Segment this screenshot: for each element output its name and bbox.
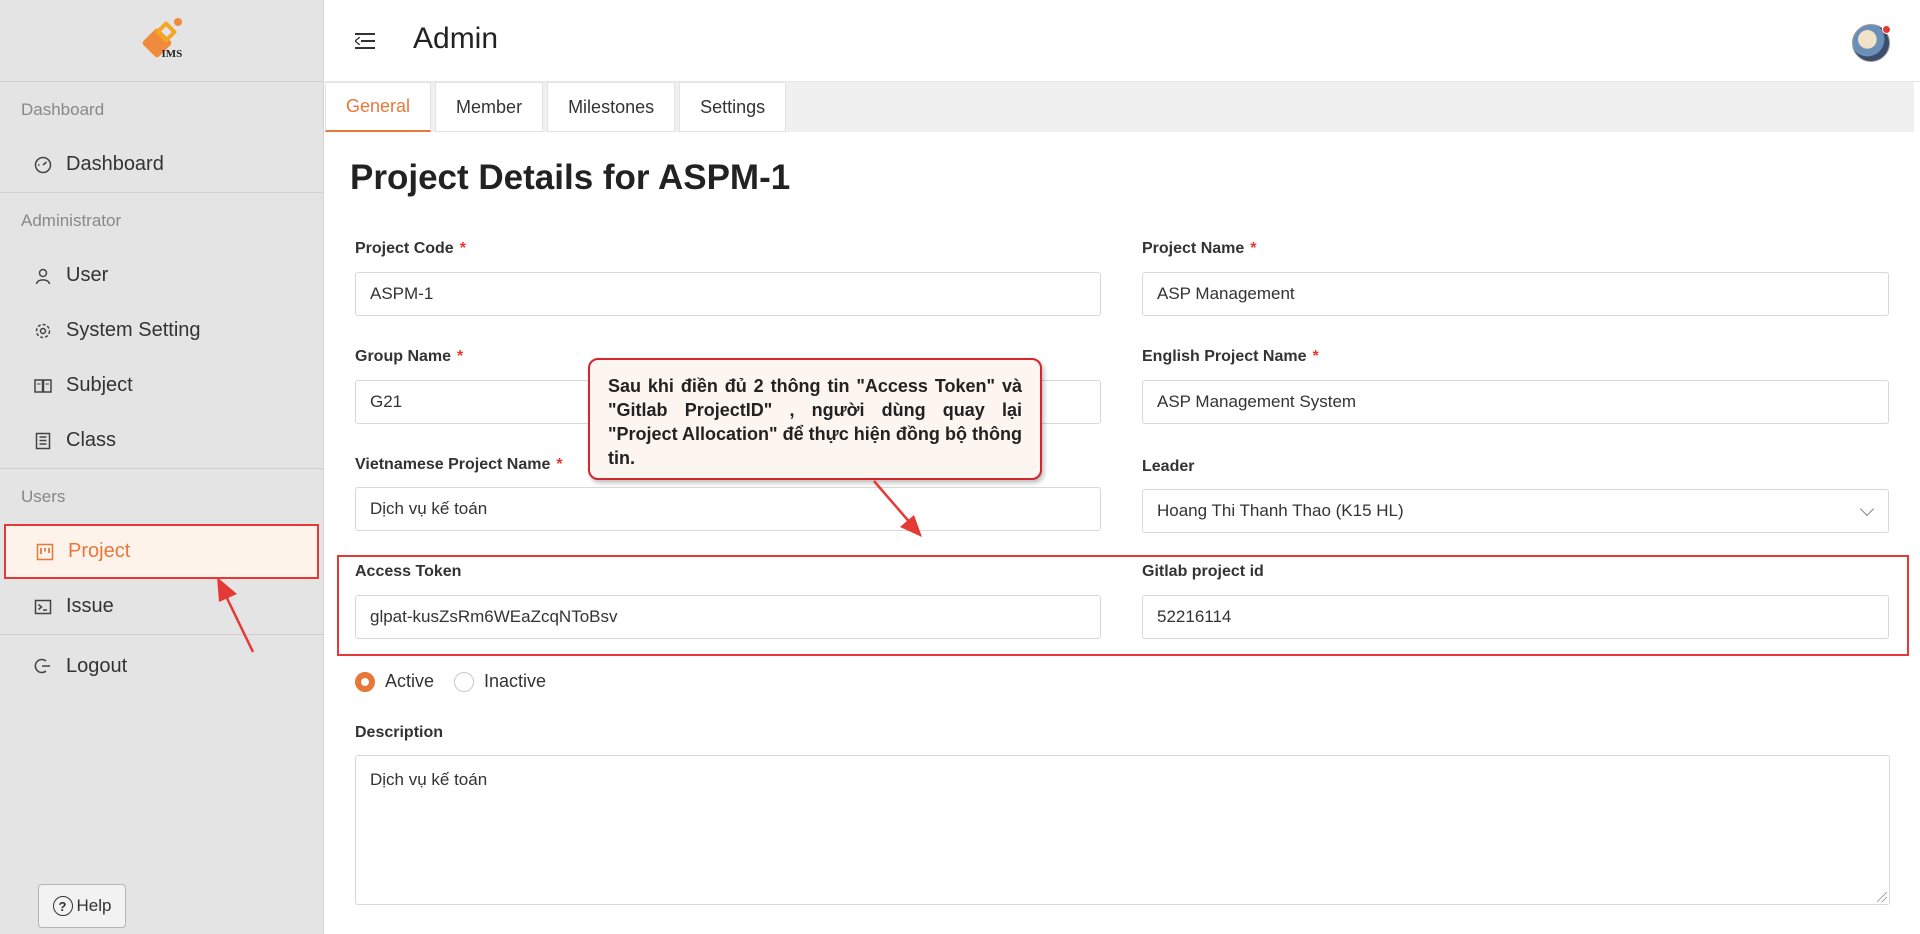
sidebar-item-label: Issue bbox=[66, 595, 114, 617]
leader-select[interactable]: Hoang Thi Thanh Thao (K15 HL) bbox=[1142, 489, 1889, 533]
top-header: Admin bbox=[325, 0, 1920, 82]
access-token-input[interactable]: glpat-kusZsRm6WEaZcqNToBsv bbox=[355, 595, 1101, 639]
ims-logo[interactable]: IMS bbox=[132, 16, 192, 66]
radio-inactive-label[interactable]: Inactive bbox=[484, 671, 546, 692]
sidebar-item-project[interactable]: Project bbox=[4, 524, 319, 579]
sidebar-item-logout[interactable]: Logout bbox=[0, 635, 323, 697]
sidebar-item-label: Subject bbox=[66, 374, 133, 396]
notification-badge bbox=[1882, 25, 1891, 34]
annotation-callout: Sau khi điền đủ 2 thông tin "Access Toke… bbox=[588, 358, 1042, 480]
logo-area: IMS bbox=[0, 0, 323, 82]
logout-icon bbox=[34, 657, 52, 675]
input-value: Dịch vụ kế toán bbox=[370, 499, 488, 518]
textarea-value: Dịch vụ kế toán bbox=[370, 770, 488, 789]
label-text: Leader bbox=[1142, 458, 1195, 475]
english-project-name-input[interactable]: ASP Management System bbox=[1142, 380, 1889, 424]
logo-text: IMS bbox=[161, 47, 183, 60]
question-icon: ? bbox=[52, 896, 73, 916]
tab-settings[interactable]: Settings bbox=[679, 82, 787, 132]
sidebar-item-label: Project bbox=[68, 540, 131, 562]
input-value: ASPM-1 bbox=[370, 284, 434, 303]
resize-grip-icon[interactable] bbox=[1877, 892, 1887, 902]
nav-group-users: Users Project Issue bbox=[0, 469, 323, 635]
sidebar-item-issue[interactable]: Issue bbox=[0, 579, 323, 634]
required-mark: * bbox=[459, 240, 466, 257]
section-title-administrator: Administrator bbox=[21, 210, 122, 230]
terminal-icon bbox=[34, 598, 52, 616]
status-radio-group: Active Inactive bbox=[355, 671, 566, 692]
input-value: 52216114 bbox=[1157, 607, 1232, 626]
menu-collapse-icon[interactable] bbox=[355, 33, 375, 49]
section-title-dashboard: Dashboard bbox=[21, 99, 105, 119]
sidebar-item-label: Dashboard bbox=[66, 153, 164, 175]
tab-member[interactable]: Member bbox=[435, 82, 544, 132]
page-title: Project Details for ASPM-1 bbox=[350, 158, 791, 197]
description-textarea[interactable]: Dịch vụ kế toán bbox=[355, 755, 1890, 905]
input-value: ASP Management System bbox=[1157, 392, 1357, 411]
project-code-label: Project Code * bbox=[355, 240, 466, 258]
header-title: Admin bbox=[413, 22, 499, 55]
nav-group-administrator: Administrator User System Setting Subjec… bbox=[0, 193, 323, 469]
label-text: English Project Name bbox=[1142, 348, 1307, 365]
required-mark: * bbox=[1312, 348, 1319, 365]
sidebar-item-dashboard[interactable]: Dashboard bbox=[0, 137, 323, 192]
select-value: Hoang Thi Thanh Thao (K15 HL) bbox=[1157, 501, 1404, 520]
sidebar-item-system-setting[interactable]: System Setting bbox=[0, 303, 323, 358]
sidebar: IMS Dashboard Dashboard Administrator Us… bbox=[0, 0, 324, 934]
user-icon bbox=[34, 267, 52, 285]
label-text: Group Name bbox=[355, 348, 452, 365]
label-text: Project Code bbox=[355, 240, 454, 257]
avatar[interactable] bbox=[1852, 24, 1891, 62]
group-name-label: Group Name * bbox=[355, 348, 463, 366]
gitlab-project-id-label: Gitlab project id bbox=[1142, 563, 1264, 581]
project-pointer-arrow-icon bbox=[217, 577, 255, 653]
logout-label: Logout bbox=[66, 654, 128, 677]
chevron-down-icon bbox=[1859, 501, 1875, 517]
sidebar-item-user[interactable]: User bbox=[0, 248, 323, 303]
required-mark: * bbox=[1250, 240, 1257, 257]
sidebar-item-subject[interactable]: Subject bbox=[0, 358, 323, 413]
project-code-input[interactable]: ASPM-1 bbox=[355, 272, 1101, 316]
gauge-icon bbox=[34, 156, 52, 174]
required-mark: * bbox=[457, 348, 464, 365]
tab-milestones[interactable]: Milestones bbox=[547, 82, 676, 132]
gear-icon bbox=[34, 322, 52, 340]
english-project-name-label: English Project Name * bbox=[1142, 348, 1319, 366]
building-icon bbox=[34, 432, 52, 450]
sidebar-item-label: User bbox=[66, 264, 109, 286]
sidebar-item-label: System Setting bbox=[66, 319, 201, 341]
gitlab-project-id-input[interactable]: 52216114 bbox=[1142, 595, 1889, 639]
project-name-label: Project Name * bbox=[1142, 240, 1257, 258]
input-value: glpat-kusZsRm6WEaZcqNToBsv bbox=[370, 607, 618, 626]
project-name-input[interactable]: ASP Management bbox=[1142, 272, 1889, 316]
radio-active[interactable] bbox=[355, 671, 375, 692]
vietnamese-project-name-label: Vietnamese Project Name * bbox=[355, 456, 563, 474]
label-text: Description bbox=[355, 724, 444, 741]
input-value: ASP Management bbox=[1157, 284, 1295, 303]
input-value: G21 bbox=[370, 392, 403, 411]
project-icon bbox=[36, 543, 54, 561]
help-button[interactable]: ? Help bbox=[38, 884, 126, 928]
label-text: Access Token bbox=[355, 563, 462, 580]
section-title-users: Users bbox=[21, 486, 66, 506]
required-mark: * bbox=[556, 456, 563, 473]
tab-general[interactable]: General bbox=[325, 82, 432, 132]
sidebar-item-class[interactable]: Class bbox=[0, 413, 323, 468]
access-token-label: Access Token bbox=[355, 563, 461, 581]
description-label: Description bbox=[355, 724, 443, 742]
vietnamese-project-name-input[interactable]: Dịch vụ kế toán bbox=[355, 487, 1101, 531]
leader-label: Leader bbox=[1142, 458, 1194, 476]
label-text: Gitlab project id bbox=[1142, 563, 1264, 580]
label-text: Project Name bbox=[1142, 240, 1245, 257]
tab-bar: General Member Milestones Settings bbox=[325, 82, 1914, 132]
callout-arrow-icon bbox=[873, 480, 922, 537]
radio-inactive[interactable] bbox=[454, 671, 475, 692]
sidebar-item-label: Class bbox=[66, 429, 117, 451]
radio-active-label[interactable]: Active bbox=[385, 671, 434, 692]
label-text: Vietnamese Project Name bbox=[355, 456, 551, 473]
book-icon bbox=[34, 377, 52, 395]
nav-group-dashboard: Dashboard Dashboard bbox=[0, 82, 323, 193]
help-label: Help bbox=[76, 896, 112, 915]
